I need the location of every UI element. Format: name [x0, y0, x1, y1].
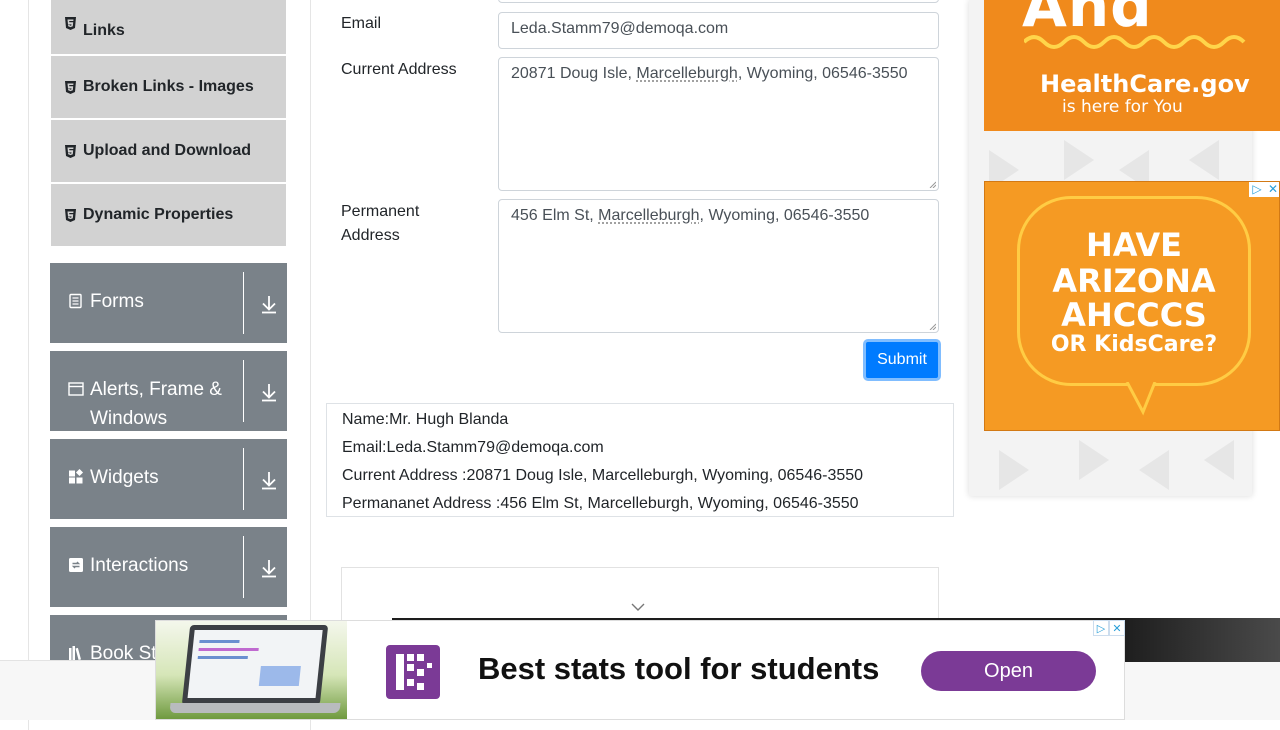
- current-address-value-end: , Wyoming, 06546-3550: [738, 65, 908, 82]
- healthcare-ad[interactable]: And HealthCare.gov is here for You: [984, 0, 1280, 131]
- screen-bar: [198, 648, 258, 651]
- download-icon[interactable]: [260, 294, 278, 314]
- group-label: Widgets: [90, 463, 287, 492]
- close-icon[interactable]: ✕: [1265, 182, 1280, 197]
- current-address-value-start: 20871 Doug Isle,: [511, 65, 636, 82]
- video-thumbnail: [1120, 618, 1280, 662]
- permanent-address-value-start: 456 Elm St,: [511, 207, 598, 224]
- group-label: Interactions: [90, 551, 287, 580]
- output-current-address: Current Address :20871 Doug Isle, Marcel…: [342, 462, 938, 490]
- sidebar-group-forms[interactable]: Forms: [50, 263, 287, 343]
- email-label: Email: [341, 12, 381, 36]
- laptop-screen-content: [188, 630, 323, 698]
- open-button[interactable]: Open: [921, 651, 1096, 691]
- arizona-ad[interactable]: HAVE ARIZONA AHCCCS OR KidsCare? ▷ ✕: [984, 181, 1280, 431]
- bubble-tail: [1125, 382, 1165, 416]
- group-label: Alerts, Frame & Windows: [90, 375, 240, 433]
- sidebar-item-broken-links[interactable]: Broken Links - Images: [51, 56, 286, 118]
- sidebar-group-alerts-frame-windows[interactable]: Alerts, Frame & Windows: [50, 351, 287, 431]
- adchoices-icon[interactable]: ▷: [1093, 620, 1109, 636]
- sidebar-item-label: Dynamic Properties: [83, 206, 233, 224]
- ad-line-4: OR KidsCare?: [1017, 332, 1251, 357]
- screen-chart: [259, 666, 301, 686]
- chevron-down-icon[interactable]: [630, 600, 646, 614]
- adchoices-icon[interactable]: ▷: [1249, 182, 1265, 197]
- divider: [243, 272, 244, 334]
- current-address-label: Current Address: [341, 58, 457, 82]
- ad-brand: HealthCare.gov: [1040, 70, 1250, 98]
- close-icon[interactable]: ✕: [1109, 620, 1125, 636]
- sidebar-item-dynamic-properties[interactable]: Dynamic Properties: [51, 184, 286, 246]
- download-icon[interactable]: [260, 470, 278, 490]
- output-name: Name:Mr. Hugh Blanda: [342, 406, 938, 434]
- resize-handle-icon[interactable]: [929, 181, 936, 188]
- divider: [243, 536, 244, 598]
- download-icon[interactable]: [260, 558, 278, 578]
- download-icon[interactable]: [260, 382, 278, 402]
- sidebar-item-upload-download[interactable]: Upload and Download: [51, 120, 286, 182]
- ad-controls: ▷ ✕: [1093, 620, 1125, 636]
- sidebar-item-links[interactable]: Links: [51, 0, 286, 54]
- sidebar-group-interactions[interactable]: Interactions: [50, 527, 287, 607]
- squiggle-decoration: [1024, 30, 1264, 54]
- html5-icon: [65, 17, 76, 30]
- laptop-screen: [182, 625, 328, 705]
- sidebar-item-label: Broken Links - Images: [83, 78, 254, 96]
- permanent-address-textarea[interactable]: 456 Elm St, Marcelleburgh, Wyoming, 0654…: [498, 199, 939, 333]
- html5-icon: [65, 145, 76, 158]
- widgets-icon: [68, 469, 84, 485]
- full-name-field-edge[interactable]: [498, 0, 939, 3]
- permanent-address-label: Permanent Address: [341, 200, 461, 248]
- stats-logo-icon: [386, 645, 440, 699]
- divider: [243, 360, 244, 422]
- output-panel: Name:Mr. Hugh Blanda Email:Leda.Stamm79@…: [326, 403, 954, 517]
- permanent-address-value-end: , Wyoming, 06546-3550: [700, 207, 870, 224]
- screen-bar: [199, 640, 239, 643]
- html5-icon: [65, 81, 76, 94]
- ad-headline: Best stats tool for students: [478, 651, 879, 687]
- laptop-image: [156, 621, 347, 719]
- resize-handle-icon[interactable]: [929, 323, 936, 330]
- permanent-address-city: Marcelleburgh: [598, 207, 699, 224]
- html5-icon: [65, 209, 76, 222]
- email-value: Leda.Stamm79@demoqa.com: [511, 20, 728, 37]
- current-address-textarea[interactable]: 20871 Doug Isle, Marcelleburgh, Wyoming,…: [498, 57, 939, 191]
- group-label: Forms: [90, 287, 287, 316]
- output-permanent-address: Permananet Address :456 Elm St, Marcelle…: [342, 490, 938, 518]
- sidebar-item-label: Upload and Download: [83, 142, 251, 160]
- sidebar-group-widgets[interactable]: Widgets: [50, 439, 287, 519]
- email-field[interactable]: Leda.Stamm79@demoqa.com: [498, 12, 939, 49]
- form-icon: [68, 293, 84, 309]
- interactions-icon: [68, 557, 84, 573]
- ad-line-3: AHCCCS: [1017, 296, 1251, 334]
- current-address-city: Marcelleburgh: [636, 65, 737, 82]
- sidebar-item-label: Links: [83, 22, 125, 40]
- submit-button[interactable]: Submit: [863, 339, 941, 381]
- window-icon: [68, 381, 84, 397]
- screen-bar: [198, 656, 248, 659]
- laptop-base: [169, 703, 340, 713]
- output-email: Email:Leda.Stamm79@demoqa.com: [342, 434, 938, 462]
- ad-line-2: ARIZONA: [1017, 262, 1251, 300]
- ad-line-1: HAVE: [1017, 226, 1251, 264]
- bottom-ad[interactable]: Best stats tool for students Open: [155, 620, 1125, 720]
- ad-tagline: is here for You: [1062, 97, 1183, 117]
- books-icon: [68, 645, 84, 661]
- divider: [243, 448, 244, 510]
